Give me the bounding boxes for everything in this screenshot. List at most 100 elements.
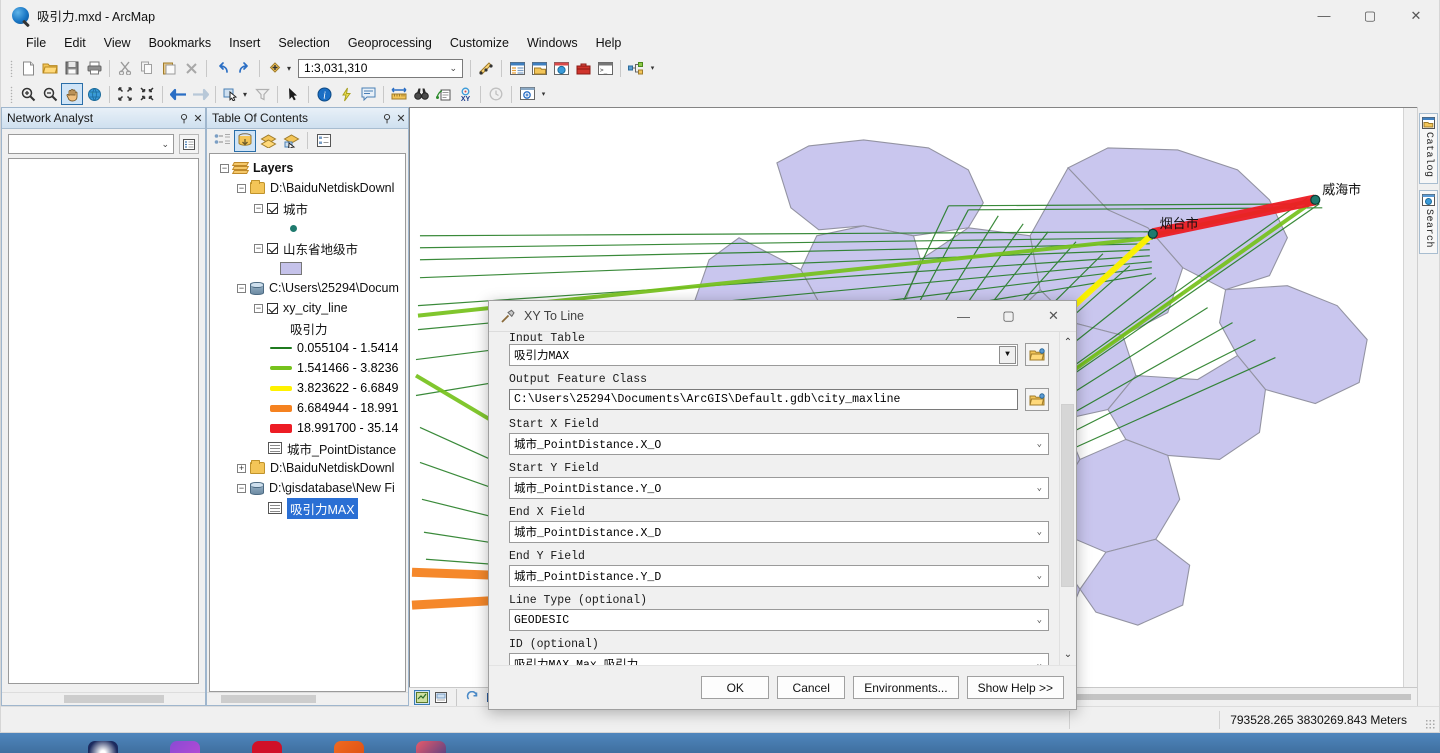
find-route-icon[interactable] [432, 83, 454, 105]
save-icon[interactable] [61, 57, 83, 79]
new-document-icon[interactable] [17, 57, 39, 79]
input-table-browse-button[interactable] [1025, 343, 1049, 366]
minimize-button[interactable]: — [1301, 0, 1347, 31]
toc-item-data-source-users-docs[interactable]: − C:\Users\25294\Docum [210, 278, 405, 298]
end-x-field-combo[interactable]: 城市_PointDistance.X_D ⌄ [509, 521, 1049, 543]
delete-x-icon[interactable] [180, 57, 202, 79]
layer-visibility-checkbox[interactable] [267, 302, 278, 314]
hyperlink-icon[interactable] [335, 83, 357, 105]
toc-item-table-chengshi-pointdistance[interactable]: 城市_PointDistance [210, 438, 405, 458]
output-feature-class-browse-button[interactable] [1025, 388, 1049, 411]
dock-tab-search[interactable]: Search [1419, 189, 1438, 254]
menu-windows[interactable]: Windows [518, 33, 587, 53]
input-table-combo[interactable]: 吸引力MAX ▼ [509, 343, 1018, 366]
taskbar-app-icon[interactable] [334, 741, 364, 753]
expander-icon[interactable]: − [254, 243, 263, 253]
end-y-field-combo[interactable]: 城市_PointDistance.Y_D ⌄ [509, 565, 1049, 587]
toolbar-overflow-button[interactable]: ▾ [647, 57, 658, 79]
pan-hand-icon[interactable] [61, 83, 83, 105]
copy-icon[interactable] [136, 57, 158, 79]
network-analyst-list[interactable] [8, 158, 199, 684]
go-back-extent-icon[interactable] [167, 83, 189, 105]
dialog-scrollbar[interactable]: ⌃ ⌄ [1059, 332, 1076, 665]
scrollbar-track[interactable] [1060, 351, 1076, 646]
expander-icon[interactable]: − [220, 163, 229, 173]
cancel-button[interactable]: Cancel [777, 676, 846, 699]
go-to-xy-icon[interactable]: XY [454, 83, 476, 105]
open-folder-icon[interactable] [39, 57, 61, 79]
toc-item-table-xiyinli-max[interactable]: 吸引力MAX [210, 497, 405, 519]
menu-help[interactable]: Help [587, 33, 631, 53]
taskbar-app-icon[interactable] [170, 741, 200, 753]
menu-selection[interactable]: Selection [269, 33, 338, 53]
toc-item-layer-chengshi[interactable]: − 城市 [210, 198, 405, 218]
paste-icon[interactable] [158, 57, 180, 79]
measure-ruler-icon[interactable] [388, 83, 410, 105]
menu-bookmarks[interactable]: Bookmarks [140, 33, 221, 53]
toc-item-symbol-shandong-polygon[interactable] [210, 258, 405, 278]
map-vertical-scrollbar[interactable] [1403, 108, 1417, 687]
identify-info-icon[interactable]: i [313, 83, 335, 105]
refresh-icon[interactable] [464, 690, 480, 705]
taskbar-app-icon[interactable] [416, 741, 446, 753]
resize-grip[interactable] [1425, 719, 1436, 730]
cut-scissors-icon[interactable] [114, 57, 136, 79]
add-data-icon[interactable] [264, 57, 286, 79]
list-by-visibility-icon[interactable] [257, 130, 279, 152]
ok-button[interactable]: OK [701, 676, 770, 699]
toc-item-data-source-baidu-1[interactable]: − D:\BaiduNetdiskDownl [210, 178, 405, 198]
id-field-combo[interactable]: 吸引力MAX.Max_吸引力 ⌄ [509, 653, 1049, 665]
toc-item-layer-xy-city-line[interactable]: − xy_city_line [210, 298, 405, 318]
model-builder-icon[interactable] [625, 57, 647, 79]
dialog-close-button[interactable]: ✕ [1031, 301, 1076, 331]
start-y-field-combo[interactable]: 城市_PointDistance.Y_O ⌄ [509, 477, 1049, 499]
expander-icon[interactable]: − [254, 303, 263, 313]
add-data-dropdown-arrow[interactable]: ▾ [286, 64, 295, 73]
expander-icon[interactable]: + [237, 463, 246, 473]
output-feature-class-input[interactable]: C:\Users\25294\Documents\ArcGIS\Default.… [509, 389, 1018, 410]
maximize-button[interactable]: ▢ [1347, 0, 1393, 31]
layer-visibility-checkbox[interactable] [267, 242, 278, 254]
network-analyst-hscrollbar[interactable] [2, 692, 205, 705]
toc-item-layer-shandong-diji[interactable]: − 山东省地级市 [210, 238, 405, 258]
expander-icon[interactable]: − [237, 183, 246, 193]
go-forward-extent-icon[interactable] [189, 83, 211, 105]
start-x-field-combo[interactable]: 城市_PointDistance.X_O ⌄ [509, 433, 1049, 455]
undo-arrow-icon[interactable] [211, 57, 233, 79]
time-slider-icon[interactable] [485, 83, 507, 105]
close-icon[interactable]: ✕ [191, 112, 205, 125]
close-button[interactable]: ✕ [1393, 0, 1439, 31]
list-by-source-icon[interactable] [234, 129, 256, 152]
toolbar-grip[interactable] [10, 85, 13, 103]
layer-visibility-checkbox[interactable] [267, 202, 278, 214]
close-icon[interactable]: ✕ [394, 112, 408, 125]
show-help-button[interactable]: Show Help >> [966, 676, 1064, 699]
dialog-minimize-button[interactable]: — [941, 301, 986, 331]
pin-icon[interactable]: ⚲ [177, 112, 191, 125]
html-popup-icon[interactable] [357, 83, 379, 105]
toolbar-overflow-button[interactable]: ▾ [538, 83, 549, 105]
full-extent-globe-icon[interactable] [83, 83, 105, 105]
network-dataset-combo[interactable]: ⌄ [8, 134, 174, 154]
taskbar-app-icon[interactable] [252, 741, 282, 753]
redo-arrow-icon[interactable] [233, 57, 255, 79]
menu-edit[interactable]: Edit [55, 33, 95, 53]
zoom-in-icon[interactable] [17, 83, 39, 105]
dialog-maximize-button[interactable]: ▢ [986, 301, 1031, 331]
zoom-out-icon[interactable] [39, 83, 61, 105]
list-by-selection-icon[interactable] [280, 130, 302, 152]
editor-toolbar-icon[interactable] [475, 57, 497, 79]
print-icon[interactable] [83, 57, 105, 79]
select-features-icon[interactable] [220, 83, 242, 105]
toc-options-icon[interactable] [313, 130, 335, 152]
create-viewer-icon[interactable] [516, 83, 538, 105]
expander-icon[interactable]: − [254, 203, 263, 213]
toolbar-grip[interactable] [10, 59, 13, 77]
arctoolbox-icon[interactable] [572, 57, 594, 79]
python-window-icon[interactable]: >_ [594, 57, 616, 79]
chevron-down-icon[interactable]: ▼ [999, 345, 1016, 364]
toc-item-data-source-baidu-2[interactable]: + D:\BaiduNetdiskDownl [210, 458, 405, 478]
fixed-zoom-out-icon[interactable] [136, 83, 158, 105]
search-globe-icon[interactable] [550, 57, 572, 79]
select-elements-arrow-icon[interactable] [282, 83, 304, 105]
